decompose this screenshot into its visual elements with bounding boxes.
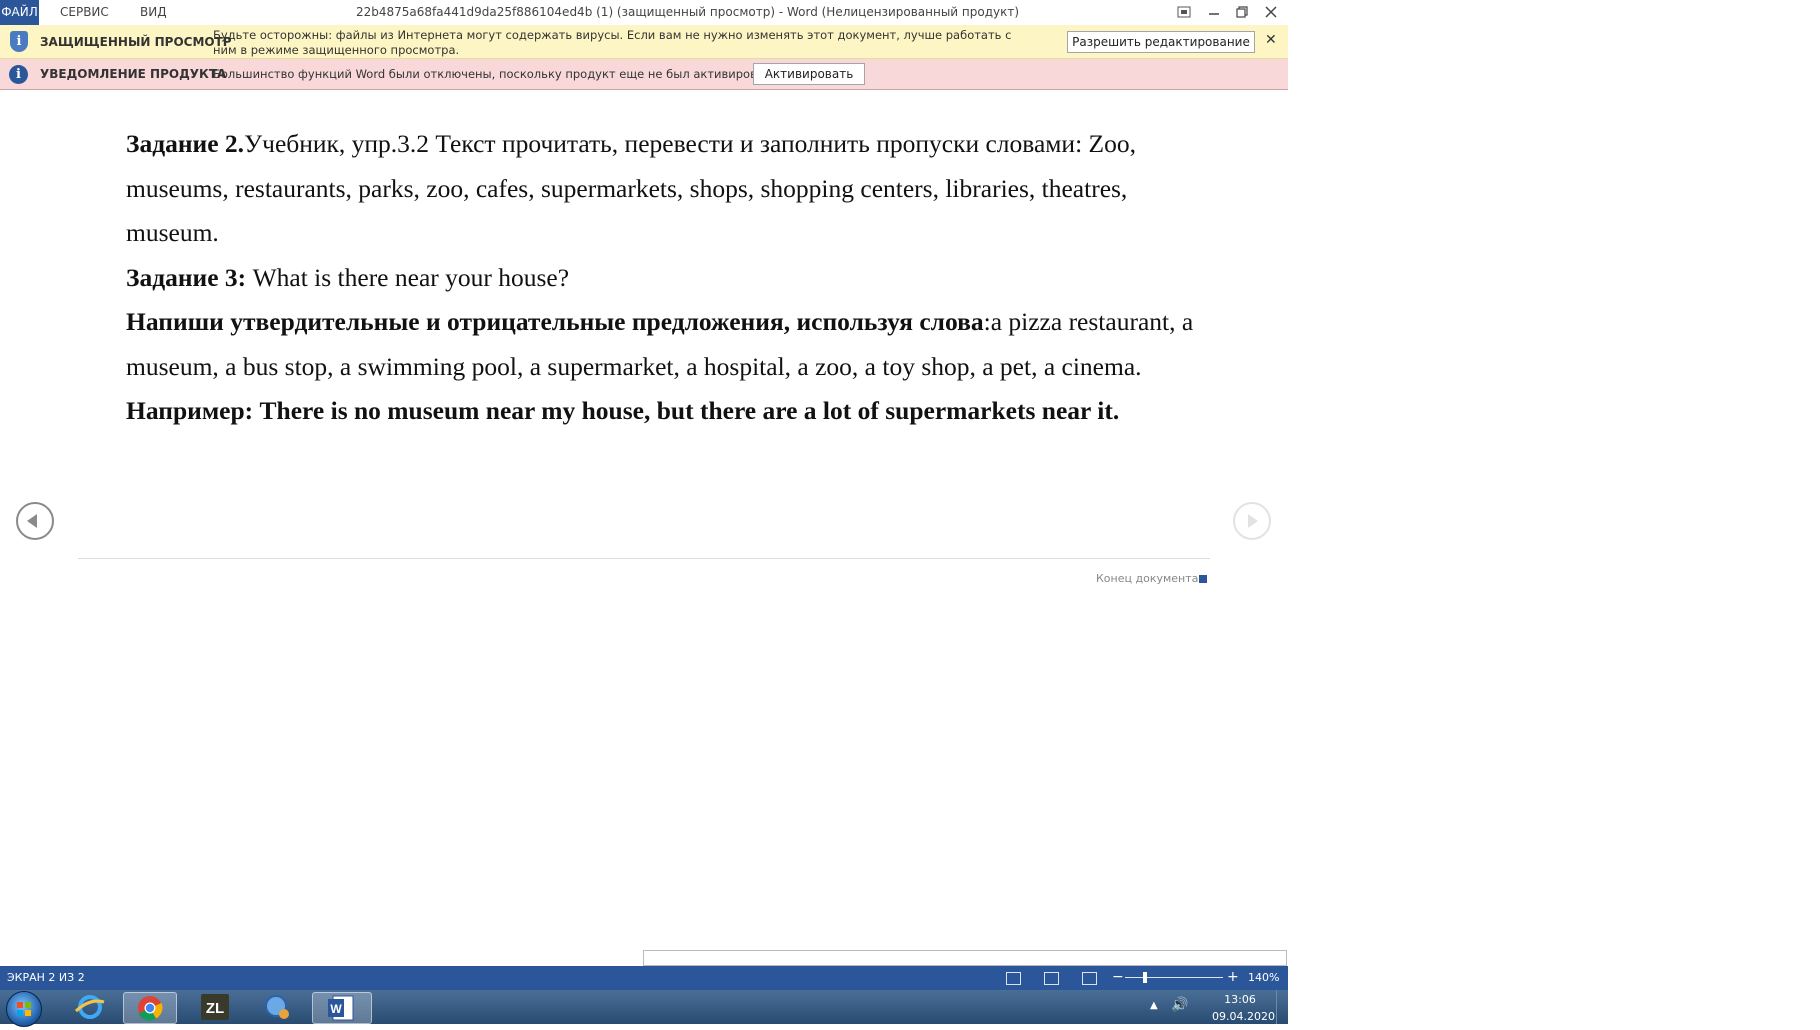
page-status[interactable]: ЭКРАН 2 ИЗ 2	[7, 966, 85, 990]
end-divider	[78, 558, 1210, 559]
close-bar-button[interactable]: ✕	[1265, 32, 1277, 48]
arrow-left-icon	[27, 514, 37, 528]
task-3-heading: Задание 3:	[126, 262, 247, 292]
shield-icon: i	[10, 31, 28, 52]
product-notice-message: Большинство функций Word были отключены,…	[213, 67, 776, 81]
start-button[interactable]	[6, 991, 42, 1027]
maximize-button[interactable]	[1228, 0, 1256, 25]
window-title: 22b4875a68fa441d9da25f886104ed4b (1) (за…	[356, 5, 1020, 19]
document-body: Задание 2.Учебник, упр.3.2 Текст прочита…	[126, 122, 1196, 434]
chrome-icon	[138, 996, 163, 1021]
tray-expand-icon[interactable]: ▲	[1150, 1000, 1158, 1011]
menu-view[interactable]: ВИД	[140, 0, 167, 25]
paragraph-example: Например: There is no museum near my hou…	[126, 389, 1196, 434]
restore-icon	[1236, 6, 1248, 18]
print-layout-icon[interactable]	[1044, 972, 1059, 985]
zoom-out-button[interactable]: −	[1112, 966, 1124, 988]
internet-explorer-icon	[74, 995, 105, 1019]
previous-screen-button[interactable]	[16, 502, 54, 540]
zoom-level[interactable]: 140%	[1248, 966, 1279, 990]
word-icon: W	[328, 995, 354, 1021]
product-notice-title: УВЕДОМЛЕНИЕ ПРОДУКТА	[40, 67, 227, 81]
paragraph-task-2: Задание 2.Учебник, упр.3.2 Текст прочита…	[126, 122, 1196, 256]
volume-icon[interactable]: 🔊	[1171, 997, 1188, 1013]
windows-logo-icon	[17, 1002, 31, 1016]
next-screen-button[interactable]	[1233, 502, 1271, 540]
end-marker-icon	[1199, 575, 1207, 583]
arrow-right-icon	[1248, 514, 1258, 528]
show-desktop-button[interactable]	[1276, 990, 1289, 1024]
end-of-document-label: Конец документа	[1096, 572, 1199, 585]
info-icon: i	[9, 65, 28, 84]
close-icon	[1265, 6, 1277, 18]
protected-view-message: Будьте осторожны: файлы из Интернета мог…	[213, 28, 1012, 57]
web-layout-icon[interactable]	[1082, 972, 1097, 985]
product-notice-bar: i УВЕДОМЛЕНИЕ ПРОДУКТА Большинство функц…	[0, 59, 1288, 90]
protected-view-bar: i ЗАЩИЩЕННЫЙ ПРОСМОТР Будьте осторожны: …	[0, 25, 1288, 59]
protected-view-title: ЗАЩИЩЕННЫЙ ПРОСМОТР	[40, 35, 232, 49]
svg-text:ZL: ZL	[206, 1000, 224, 1017]
activate-button[interactable]: Активировать	[753, 63, 865, 85]
close-window-button[interactable]	[1257, 0, 1285, 25]
paragraph-task-3: Задание 3: What is there near your house…	[126, 256, 1196, 301]
status-bar: ЭКРАН 2 ИЗ 2 − + 140%	[0, 966, 1288, 990]
taskbar-chrome[interactable]	[123, 992, 177, 1024]
search-app-icon	[265, 995, 289, 1019]
task-2-heading: Задание 2.	[126, 129, 245, 158]
clock-date: 09.04.2020	[1212, 1010, 1275, 1023]
zl-app-icon: ZL	[201, 994, 229, 1020]
zoom-slider[interactable]	[1125, 977, 1223, 978]
taskbar: ZL W ▲ 🔊 13:06 09.04.2020	[0, 990, 1288, 1027]
example-text: Например: There is no museum near my hou…	[126, 396, 1120, 425]
tray-clock[interactable]: 13:06 09.04.2020	[1212, 993, 1275, 1024]
minimize-icon	[1209, 13, 1219, 15]
zoom-slider-thumb[interactable]	[1143, 972, 1147, 983]
task-2-text: Учебник, упр.3.2 Текст прочитать, переве…	[126, 129, 1136, 247]
minimize-button[interactable]	[1200, 0, 1228, 25]
paragraph-instructions: Напиши утвердительные и отрицательные пр…	[126, 300, 1196, 389]
taskbar-search-app[interactable]	[252, 992, 304, 1022]
svg-text:W: W	[330, 1002, 342, 1016]
zoom-in-button[interactable]: +	[1227, 966, 1239, 988]
taskbar-word[interactable]: W	[312, 992, 372, 1024]
taskbar-internet-explorer[interactable]	[64, 992, 116, 1022]
full-screen-icon	[1177, 6, 1191, 18]
menu-service[interactable]: СЕРВИС	[60, 0, 109, 25]
read-mode-icon[interactable]	[1006, 972, 1021, 985]
horizontal-scrollbar[interactable]	[643, 950, 1287, 966]
instructions-heading: Напиши утвердительные и отрицательные пр…	[126, 307, 984, 336]
task-3-text: What is there near your house?	[246, 262, 570, 292]
clock-time: 13:06	[1224, 993, 1256, 1006]
taskbar-zl-app[interactable]: ZL	[189, 992, 241, 1022]
menu-file[interactable]: ФАЙЛ	[0, 0, 39, 25]
restore-layout-button[interactable]	[1170, 0, 1198, 25]
enable-editing-button[interactable]: Разрешить редактирование	[1067, 31, 1255, 53]
